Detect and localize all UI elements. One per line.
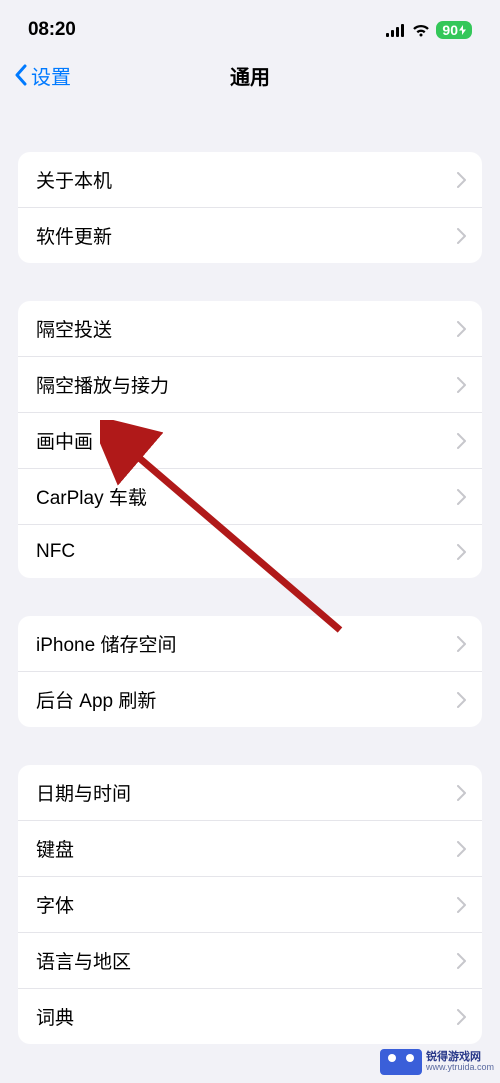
settings-group-1: 隔空投送 隔空播放与接力 画中画 CarPlay 车载 NFC xyxy=(18,301,482,578)
chevron-right-icon xyxy=(457,544,466,560)
row-label: 后台 App 刷新 xyxy=(36,686,156,713)
row-label: 关于本机 xyxy=(36,166,112,193)
chevron-right-icon xyxy=(457,377,466,393)
row-label: 词典 xyxy=(36,1003,74,1030)
chevron-right-icon xyxy=(457,172,466,188)
status-time: 08:20 xyxy=(28,19,76,41)
battery-badge: 90 xyxy=(436,21,472,39)
row-label: 字体 xyxy=(36,891,74,918)
nav-bar: 设置 通用 xyxy=(0,50,500,104)
row-language-region[interactable]: 语言与地区 xyxy=(18,932,482,988)
row-label: NFC xyxy=(36,541,75,563)
chevron-right-icon xyxy=(457,841,466,857)
chevron-right-icon xyxy=(457,897,466,913)
wifi-icon xyxy=(412,24,430,37)
row-carplay[interactable]: CarPlay 车载 xyxy=(18,468,482,524)
row-label: 键盘 xyxy=(36,835,74,862)
row-iphone-storage[interactable]: iPhone 储存空间 xyxy=(18,616,482,671)
row-label: 隔空投送 xyxy=(36,315,112,342)
row-dictionary[interactable]: 词典 xyxy=(18,988,482,1044)
chevron-right-icon xyxy=(457,489,466,505)
chevron-left-icon xyxy=(14,64,27,86)
row-software-update[interactable]: 软件更新 xyxy=(18,207,482,263)
chevron-right-icon xyxy=(457,692,466,708)
cellular-icon xyxy=(386,24,406,37)
status-indicators: 90 xyxy=(386,21,472,39)
row-fonts[interactable]: 字体 xyxy=(18,876,482,932)
row-background-refresh[interactable]: 后台 App 刷新 xyxy=(18,671,482,727)
chevron-right-icon xyxy=(457,321,466,337)
status-bar: 08:20 90 xyxy=(0,0,500,50)
settings-content: 关于本机 软件更新 隔空投送 隔空播放与接力 画中画 CarPlay 车载 NF… xyxy=(0,152,500,1044)
row-label: CarPlay 车载 xyxy=(36,483,147,510)
settings-group-0: 关于本机 软件更新 xyxy=(18,152,482,263)
chevron-right-icon xyxy=(457,1009,466,1025)
row-keyboard[interactable]: 键盘 xyxy=(18,820,482,876)
row-label: 隔空播放与接力 xyxy=(36,371,169,398)
settings-group-2: iPhone 储存空间 后台 App 刷新 xyxy=(18,616,482,727)
page-title: 通用 xyxy=(230,61,270,90)
row-label: 软件更新 xyxy=(36,222,112,249)
row-label: 画中画 xyxy=(36,427,93,454)
row-picture-in-picture[interactable]: 画中画 xyxy=(18,412,482,468)
chevron-right-icon xyxy=(457,433,466,449)
watermark-logo xyxy=(380,1049,422,1075)
chevron-right-icon xyxy=(457,785,466,801)
settings-group-3: 日期与时间 键盘 字体 语言与地区 词典 xyxy=(18,765,482,1044)
chevron-right-icon xyxy=(457,228,466,244)
chevron-right-icon xyxy=(457,953,466,969)
row-nfc[interactable]: NFC xyxy=(18,524,482,578)
row-label: 日期与时间 xyxy=(36,779,131,806)
row-about[interactable]: 关于本机 xyxy=(18,152,482,207)
back-label: 设置 xyxy=(31,61,71,90)
row-date-time[interactable]: 日期与时间 xyxy=(18,765,482,820)
row-airdrop[interactable]: 隔空投送 xyxy=(18,301,482,356)
row-label: 语言与地区 xyxy=(36,947,131,974)
row-airplay-handoff[interactable]: 隔空播放与接力 xyxy=(18,356,482,412)
chevron-right-icon xyxy=(457,636,466,652)
back-button[interactable]: 设置 xyxy=(14,61,71,90)
watermark-url: www.ytruida.com xyxy=(426,1063,494,1073)
watermark: 锐得游戏网 www.ytruida.com xyxy=(380,1049,494,1075)
row-label: iPhone 储存空间 xyxy=(36,630,176,657)
